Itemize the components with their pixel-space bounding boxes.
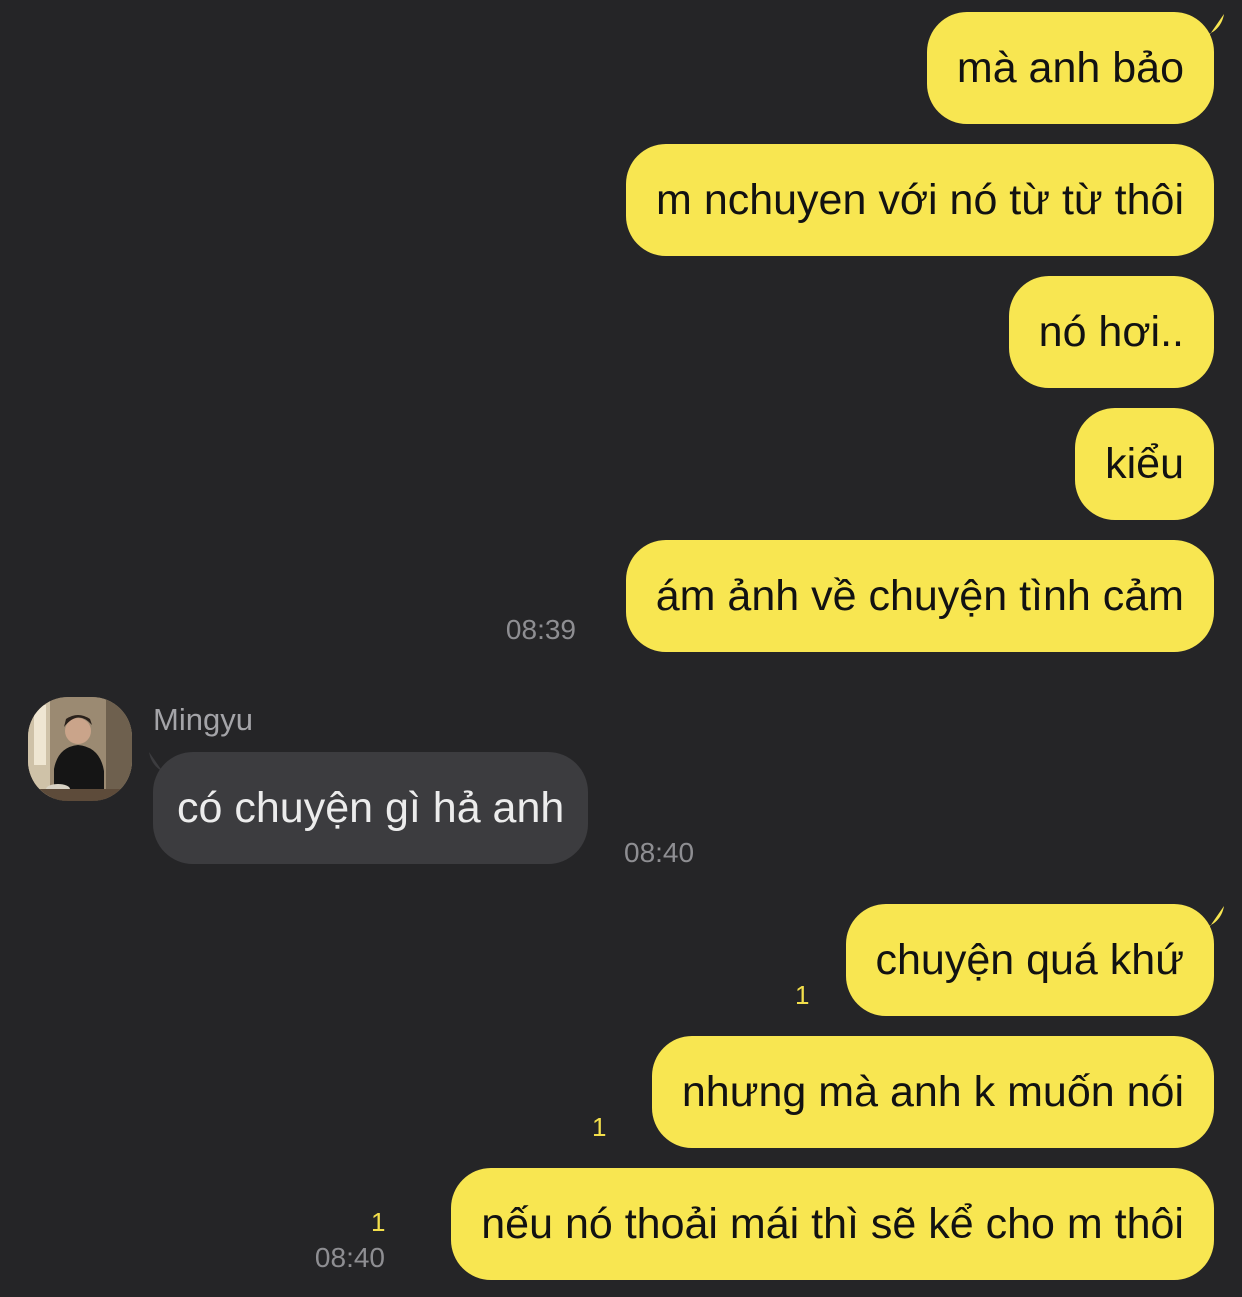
message-bubble-outgoing[interactable]: nó hơi.. [1008, 276, 1214, 388]
message-text: ám ảnh về chuyện tình cảm [655, 572, 1184, 620]
message-bubble-outgoing[interactable]: kiểu [1075, 408, 1214, 520]
message-text: nó hơi.. [1038, 308, 1184, 356]
message-timestamp: 08:40 [624, 837, 695, 868]
message-text: có chuyện gì hả anh [177, 784, 565, 832]
message-text: chuyện quá khứ [875, 936, 1185, 984]
message-timestamp: 08:39 [505, 614, 576, 645]
contact-avatar[interactable] [28, 697, 132, 801]
unread-count: 1 [795, 980, 810, 1010]
message-bubble-outgoing[interactable]: nhưng mà anh k muốn nói [651, 1036, 1214, 1148]
unread-count: 1 [371, 1207, 386, 1237]
message-timestamp: 08:40 [314, 1242, 385, 1273]
message-bubble-outgoing[interactable]: ám ảnh về chuyện tình cảm [625, 540, 1214, 652]
unread-count: 1 [592, 1112, 607, 1142]
message-text: nhưng mà anh k muốn nói [681, 1068, 1184, 1116]
profile-photo-icon [28, 697, 132, 801]
message-bubble-incoming[interactable]: có chuyện gì hả anh [153, 752, 589, 864]
message-text: m nchuyen với nó từ từ thôi [656, 176, 1184, 224]
message-text: nếu nó thoải mái thì sẽ kể cho m thôi [481, 1200, 1184, 1248]
message-bubble-outgoing[interactable]: chuyện quá khứ [845, 904, 1214, 1016]
bubble-tail-icon [1202, 906, 1224, 932]
message-text: kiểu [1105, 440, 1184, 488]
bubble-tail-icon [1202, 14, 1224, 40]
sender-name: Mingyu [153, 702, 253, 737]
message-bubble-outgoing[interactable]: mà anh bảo [926, 12, 1214, 124]
message-bubble-outgoing[interactable]: m nchuyen với nó từ từ thôi [626, 144, 1214, 256]
message-text: mà anh bảo [956, 44, 1184, 92]
message-bubble-outgoing[interactable]: nếu nó thoải mái thì sẽ kể cho m thôi [451, 1168, 1214, 1280]
